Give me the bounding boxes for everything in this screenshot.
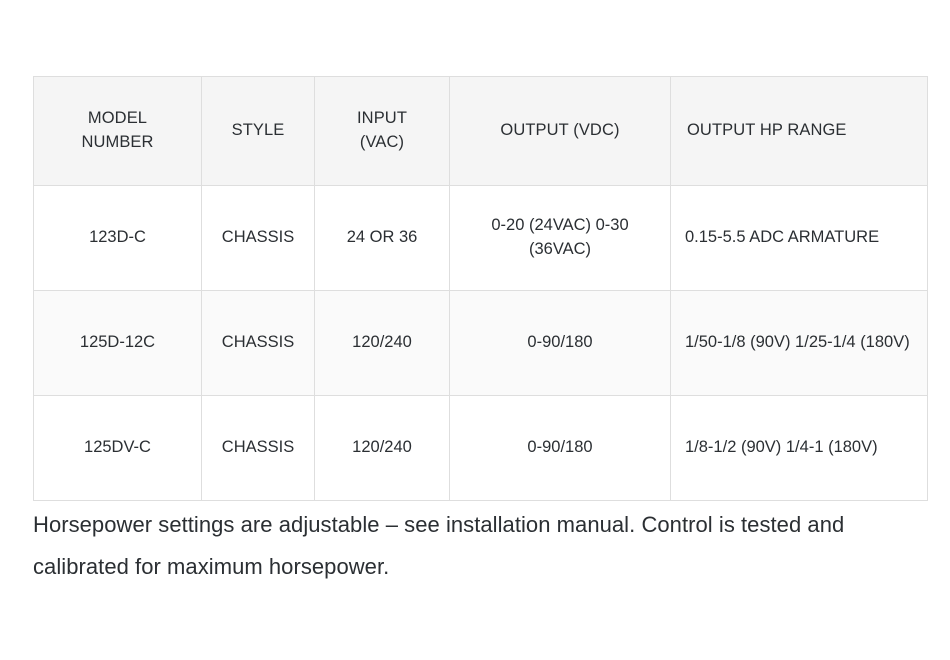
cell-output-vdc: 0-90/180 [449, 395, 671, 501]
table-header: MODEL NUMBER STYLE INPUT (VAC) OUTPUT (V… [33, 76, 928, 186]
column-header-output-hp-range: OUTPUT HP RANGE [670, 76, 928, 186]
cell-model-number: 125D-12C [33, 290, 202, 396]
column-header-output-vdc: OUTPUT (VDC) [449, 76, 671, 186]
column-header-style-line1: STYLE [231, 121, 285, 140]
cell-input-vac: 120/240 [314, 290, 450, 396]
column-header-input-vac-line1: INPUT [357, 109, 407, 128]
cell-style: CHASSIS [201, 185, 315, 291]
column-header-model-number: MODEL NUMBER [33, 76, 202, 186]
document-page: MODEL NUMBER STYLE INPUT (VAC) OUTPUT (V… [0, 0, 950, 660]
table-body: 123D-C CHASSIS 24 OR 36 0-20 (24VAC) 0-3… [33, 185, 928, 501]
cell-output-hp-range: 0.15-5.5 ADC ARMATURE [670, 185, 928, 291]
column-header-output-hp-range-line1: OUTPUT HP RANGE [687, 121, 847, 140]
spec-table-container: MODEL NUMBER STYLE INPUT (VAC) OUTPUT (V… [33, 76, 928, 501]
column-header-model-number-line2: NUMBER [81, 133, 154, 151]
table-row: 125D-12C CHASSIS 120/240 0-90/180 1/50-1… [33, 290, 928, 396]
cell-output-vdc: 0-20 (24VAC) 0-30 (36VAC) [449, 185, 671, 291]
table-header-row: MODEL NUMBER STYLE INPUT (VAC) OUTPUT (V… [33, 76, 928, 186]
column-header-style: STYLE [201, 76, 315, 186]
cell-output-vdc: 0-90/180 [449, 290, 671, 396]
cell-style: CHASSIS [201, 395, 315, 501]
cell-style: CHASSIS [201, 290, 315, 396]
column-header-input-vac: INPUT (VAC) [314, 76, 450, 186]
cell-input-vac: 120/240 [314, 395, 450, 501]
column-header-model-number-line1: MODEL [87, 109, 148, 128]
table-row: 123D-C CHASSIS 24 OR 36 0-20 (24VAC) 0-3… [33, 185, 928, 291]
column-header-input-vac-line2: (VAC) [359, 133, 405, 151]
cell-model-number: 123D-C [33, 185, 202, 291]
cell-model-number: 125DV-C [33, 395, 202, 501]
cell-output-hp-range: 1/50-1/8 (90V) 1/25-1/4 (180V) [670, 290, 928, 396]
motor-control-spec-table: MODEL NUMBER STYLE INPUT (VAC) OUTPUT (V… [33, 76, 928, 501]
horsepower-note-paragraph: Horsepower settings are adjustable – see… [33, 512, 845, 579]
table-row: 125DV-C CHASSIS 120/240 0-90/180 1/8-1/2… [33, 395, 928, 501]
column-header-output-vdc-line1: OUTPUT (VDC) [500, 121, 620, 140]
cell-output-hp-range: 1/8-1/2 (90V) 1/4-1 (180V) [670, 395, 928, 501]
cell-input-vac: 24 OR 36 [314, 185, 450, 291]
